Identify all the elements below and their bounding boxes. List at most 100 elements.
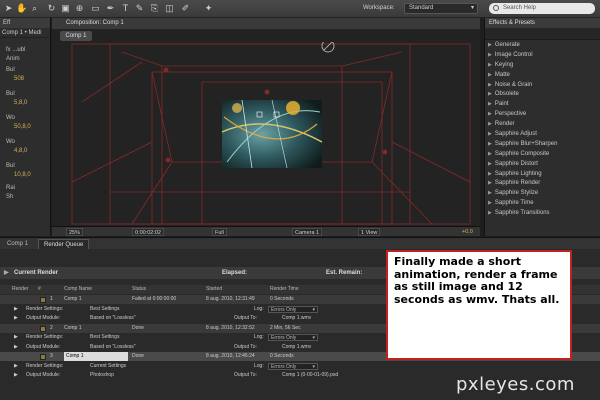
render-settings-value[interactable]: Best Settings — [90, 333, 119, 342]
expand-triangle-icon[interactable]: ▶ — [488, 190, 492, 196]
effect-property[interactable]: Bul — [0, 163, 51, 169]
effects-category-item[interactable]: ▶ Paint — [485, 100, 600, 110]
expand-triangle-icon[interactable]: ▶ — [488, 101, 492, 107]
composition-viewer[interactable] — [52, 39, 480, 226]
effects-presets-tab[interactable]: Effects & Presets — [485, 18, 600, 28]
expand-triangle-icon[interactable]: ▶ — [14, 305, 18, 314]
effects-category-item[interactable]: ▶ Sapphire Distort — [485, 160, 600, 170]
resolution-select[interactable]: Full — [212, 228, 227, 236]
render-checkbox[interactable] — [40, 354, 46, 360]
expand-triangle-icon[interactable]: ▶ — [14, 362, 18, 371]
effects-category-item[interactable]: ▶ Sapphire Transitions — [485, 209, 600, 219]
effects-search-field[interactable] — [485, 28, 600, 40]
effects-category-item[interactable]: ▶ Keying — [485, 61, 600, 71]
eraser-tool-icon[interactable]: ◫ — [164, 3, 175, 14]
effects-category-item[interactable]: ▶ Sapphire Time — [485, 199, 600, 209]
expand-triangle-icon[interactable]: ▶ — [488, 42, 492, 48]
expand-triangle-icon[interactable]: ▶ — [488, 171, 492, 177]
item-comp-name[interactable]: Comp 1 — [64, 324, 82, 333]
effect-property[interactable]: Bul — [0, 91, 51, 97]
column-started[interactable]: Started — [206, 285, 222, 294]
brush-tool-icon[interactable]: ✎ — [134, 3, 145, 14]
view-layout-select[interactable]: 1 View — [358, 228, 381, 236]
rotate-tool-icon[interactable]: ↻ — [46, 3, 57, 14]
effect-value[interactable]: 50,8,0 — [0, 124, 51, 130]
effects-category-item[interactable]: ▶ Generate — [485, 41, 600, 51]
effect-property[interactable]: Bul — [0, 67, 51, 73]
expand-triangle-icon[interactable]: ▶ — [488, 180, 492, 186]
column-comp-name[interactable]: Comp Name — [64, 285, 92, 294]
clone-stamp-tool-icon[interactable]: ⎘ — [149, 3, 160, 14]
active-camera-select[interactable]: Camera 1 — [292, 228, 323, 236]
effects-category-item[interactable]: ▶ Sapphire Adjust — [485, 130, 600, 140]
current-time-display[interactable]: 0:00:02:02 — [132, 228, 164, 236]
expand-triangle-icon[interactable]: ▶ — [488, 111, 492, 117]
hand-tool-icon[interactable]: ✋ — [16, 3, 27, 14]
effects-category-item[interactable]: ▶ Sapphire Lighting — [485, 170, 600, 180]
output-to-value[interactable]: Comp 1.wmv — [282, 343, 311, 352]
output-module-value[interactable]: Photoshop — [90, 371, 114, 380]
expand-triangle-icon[interactable]: ▶ — [14, 343, 18, 352]
effects-category-item[interactable]: ▶ Image Control — [485, 51, 600, 61]
render-checkbox[interactable] — [40, 297, 46, 303]
effects-category-item[interactable]: ▶ Sapphire Blur+Sharpen — [485, 140, 600, 150]
expand-triangle-icon[interactable]: ▶ — [488, 72, 492, 78]
output-to-value[interactable]: Comp 1.wmv — [282, 314, 311, 323]
expand-triangle-icon[interactable]: ▶ — [488, 151, 492, 157]
roto-brush-tool-icon[interactable]: ✐ — [180, 3, 191, 14]
zoom-tool-icon[interactable]: ⌕ — [29, 3, 40, 14]
effect-property[interactable]: fx ...ubl — [0, 47, 51, 53]
expand-triangle-icon[interactable]: ▶ — [14, 333, 18, 342]
expand-triangle-icon[interactable]: ▶ — [488, 121, 492, 127]
log-select[interactable]: Errors Only — [268, 305, 318, 313]
effect-controls-tab[interactable]: Eff — [0, 18, 50, 28]
effect-property[interactable]: Rai — [0, 185, 51, 191]
effect-property[interactable]: Anim — [0, 56, 51, 62]
type-tool-icon[interactable]: T — [120, 3, 131, 14]
output-module-value[interactable]: Based on "Lossless" — [90, 343, 136, 352]
expand-triangle-icon[interactable]: ▶ — [488, 52, 492, 58]
expand-triangle-icon[interactable]: ▶ — [14, 314, 18, 323]
effect-property[interactable]: Sh — [0, 194, 51, 200]
workspace-select[interactable]: Standard — [404, 3, 478, 14]
camera-tool-icon[interactable]: ▣ — [60, 3, 71, 14]
effect-property[interactable]: Wo — [0, 139, 51, 145]
search-help-input[interactable]: Search Help — [489, 3, 595, 14]
effects-category-item[interactable]: ▶ Noise & Grain — [485, 81, 600, 91]
expand-triangle-icon[interactable]: ▶ — [488, 91, 492, 97]
effects-category-item[interactable]: ▶ Obsolete — [485, 90, 600, 100]
puppet-pin-tool-icon[interactable]: ✦ — [203, 3, 214, 14]
column-render-time[interactable]: Render Time — [270, 285, 299, 294]
mask-tool-icon[interactable]: ▭ — [90, 3, 101, 14]
log-select[interactable]: Errors Only — [268, 334, 318, 341]
effect-value[interactable]: 508 — [0, 76, 51, 82]
log-select[interactable]: Errors Only — [268, 362, 318, 370]
comp-1-tab[interactable]: Comp 1 — [60, 31, 92, 41]
item-comp-name[interactable]: Comp 1 — [64, 352, 128, 361]
pen-tool-icon[interactable]: ✒ — [105, 3, 116, 14]
effect-value[interactable]: 5,8,0 — [0, 100, 51, 106]
effects-category-item[interactable]: ▶ Render — [485, 120, 600, 130]
effects-category-item[interactable]: ▶ Matte — [485, 71, 600, 81]
effects-category-item[interactable]: ▶ Sapphire Stylize — [485, 189, 600, 199]
column-render[interactable]: Render — [12, 285, 28, 294]
output-to-value[interactable]: Comp 1 (0-00-01-09).psd — [282, 371, 338, 380]
expand-triangle-icon[interactable]: ▶ — [488, 200, 492, 206]
column-number[interactable]: # — [38, 285, 41, 294]
effect-value[interactable]: 4,8,0 — [0, 148, 51, 154]
expand-triangle-icon[interactable]: ▶ — [488, 210, 492, 216]
expand-triangle-icon[interactable]: ▶ — [488, 161, 492, 167]
expand-triangle-icon[interactable]: ▶ — [488, 62, 492, 68]
expand-triangle-icon[interactable]: ▶ — [488, 141, 492, 147]
selection-tool-icon[interactable]: ➤ — [3, 3, 14, 14]
pan-behind-tool-icon[interactable]: ⊕ — [74, 3, 85, 14]
expand-triangle-icon[interactable]: ▶ — [14, 371, 18, 380]
effects-category-item[interactable]: ▶ Sapphire Composite — [485, 150, 600, 160]
render-settings-value[interactable]: Best Settings — [90, 305, 119, 314]
item-comp-name[interactable]: Comp 1 — [64, 295, 82, 304]
expand-triangle-icon[interactable]: ▶ — [488, 82, 492, 88]
magnification-select[interactable]: 25% — [66, 228, 84, 236]
output-module-value[interactable]: Based on "Lossless" — [90, 314, 136, 323]
exposure-value[interactable]: +0.0 — [460, 228, 475, 236]
expand-triangle-icon[interactable]: ▶ — [488, 131, 492, 137]
